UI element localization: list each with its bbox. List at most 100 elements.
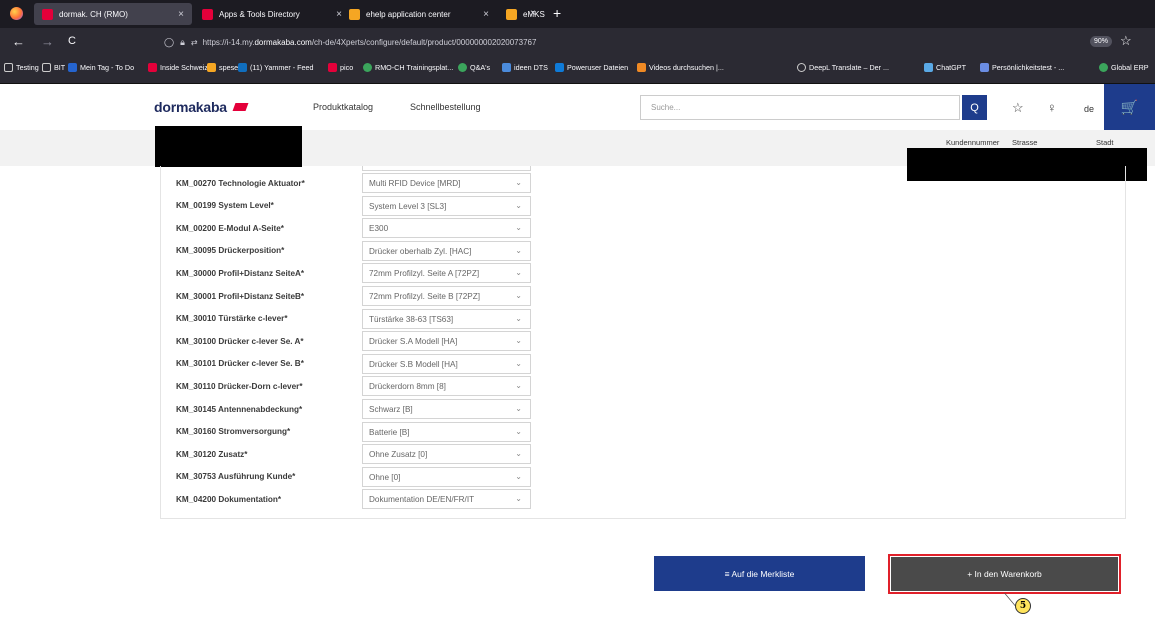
config-select[interactable]: 72mm Profilzyl. Seite A [72PZ] ⌄: [362, 263, 531, 284]
bookmark-global-erp[interactable]: Global ERP: [1099, 63, 1149, 72]
bookmark-qa[interactable]: Q&A's: [458, 63, 490, 72]
search-input[interactable]: Suche...: [640, 95, 960, 120]
add-to-wishlist-button[interactable]: ≡ Auf die Merkliste: [654, 556, 865, 591]
reload-button[interactable]: C: [68, 35, 76, 47]
navigation-toolbar: ← → C ◯ 🔒︎ ⇄ https://i-14.my. dormakaba.c…: [0, 28, 1155, 56]
config-select[interactable]: Ohne Zusatz [0] ⌄: [362, 444, 531, 465]
bookmark-rmo-training[interactable]: RMO-CH Trainingsplat...: [363, 63, 453, 72]
chevron-down-icon: ⌄: [515, 245, 522, 255]
zoom-level[interactable]: 90%: [1090, 36, 1113, 47]
pin-icon[interactable]: ☆: [1012, 100, 1024, 116]
bookmark-mein-tag[interactable]: Mein Tag - To Do: [68, 63, 134, 72]
bookmark-label: Inside Schweiz: [160, 63, 208, 72]
config-select[interactable]: Drücker S.B Modell [HA] ⌄: [362, 353, 531, 374]
bookmark-label: Poweruser Dateien: [567, 63, 629, 72]
tab-close-icon[interactable]: ×: [530, 8, 536, 19]
site-header: dormakaba Produktkatalog Schnellbestellu…: [0, 84, 1155, 130]
config-select[interactable]: Ohne [0] ⌄: [362, 466, 531, 487]
firefox-logo-icon: [10, 7, 23, 20]
add-to-cart-button[interactable]: + In den Warenkorb: [888, 554, 1121, 594]
redaction-block: [155, 126, 302, 167]
sharepoint-icon: [1099, 63, 1108, 72]
bookmark-pico[interactable]: pico: [328, 63, 353, 72]
bookmark-poweruser[interactable]: Poweruser Dateien: [555, 63, 628, 72]
bookmark-label: BIT: [54, 63, 66, 72]
bookmark-label: RMO-CH Trainingsplat...: [375, 63, 454, 72]
cart-button[interactable]: 🛒: [1104, 84, 1155, 130]
config-row: KM_30753 Ausführung Kunde* Ohne [0] ⌄: [176, 466, 536, 487]
bookmark-ideen-dts[interactable]: ideen DTS: [502, 63, 548, 72]
config-row: KM_30100 Drücker c-lever Se. A* Drücker S…: [176, 331, 536, 352]
tab-emks[interactable]: eMKS: [498, 3, 548, 25]
folder-icon: [42, 63, 51, 72]
config-label: KM_30101 Drücker c-lever Se. B*: [176, 359, 304, 369]
customer-number-label: Kundennummer: [946, 138, 1000, 147]
config-row: KM_00199 System Level* System Level 3 [SL…: [176, 195, 536, 216]
url-bar[interactable]: ◯ 🔒︎ ⇄ https://i-14.my. dormakaba.com/ch-…: [164, 31, 1044, 53]
config-select-value: Drücker S.B Modell [HA]: [369, 359, 458, 369]
browser-tab-bar: dormak. CH (RMO) × Apps & Tools Director…: [0, 0, 1155, 28]
config-label: KM_04200 Dokumentation*: [176, 494, 282, 504]
back-button[interactable]: ←: [12, 34, 25, 49]
search-button[interactable]: Q: [962, 95, 987, 120]
bookmark-inside-schweiz[interactable]: Inside Schweiz: [148, 63, 208, 72]
bookmark-videos[interactable]: Videos durchsuchen |...: [637, 63, 724, 72]
chevron-down-icon: ⌄: [515, 449, 522, 459]
tab-apps-tools[interactable]: Apps & Tools Directory ×: [194, 3, 350, 25]
chevron-down-icon: ⌄: [515, 404, 522, 413]
previous-select-edge: [362, 166, 531, 171]
config-select[interactable]: E300 ⌄: [362, 218, 531, 239]
bookmark-spese[interactable]: spese: [207, 63, 238, 72]
config-row: KM_30120 Zusatz* Ohne Zusatz [0] ⌄: [176, 444, 536, 465]
config-row: KM_04200 Dokumentation* Dokumentation DE/…: [176, 489, 536, 510]
bookmark-testing[interactable]: Testing: [4, 63, 39, 72]
nav-produktkatalog[interactable]: Produktkatalog: [313, 102, 373, 112]
globe-icon: [797, 63, 806, 72]
tab-close-icon[interactable]: ×: [178, 9, 184, 20]
config-row: KM_30101 Drücker c-lever Se. B* Drücker S…: [176, 353, 536, 374]
config-select-value: 72mm Profilzyl. Seite B [72PZ]: [369, 292, 481, 301]
config-select[interactable]: Schwarz [B] ⌄: [362, 399, 531, 419]
dormakaba-logo[interactable]: dormakaba: [154, 99, 227, 115]
tab-ehelp[interactable]: ehelp application center ×: [341, 3, 497, 25]
config-select[interactable]: Dokumentation DE/EN/FR/IT ⌄: [362, 489, 531, 510]
tab-dormak[interactable]: dormak. CH (RMO) ×: [34, 3, 192, 25]
x-icon: [555, 63, 564, 72]
nav-schnellbestellung[interactable]: Schnellbestellung: [410, 102, 481, 112]
new-tab-button[interactable]: +: [553, 5, 561, 21]
step-callout-badge: 5: [1015, 598, 1031, 614]
folder-icon: [4, 63, 13, 72]
config-select[interactable]: Drücker oberhalb Zyl. [HAC] ⌄: [362, 240, 531, 261]
tab-close-icon[interactable]: ×: [483, 9, 489, 20]
forward-button[interactable]: →: [41, 34, 54, 49]
config-select[interactable]: Drückerdorn 8mm [8] ⌄: [362, 376, 531, 397]
config-select[interactable]: Türstärke 38-63 [TS63] ⌄: [362, 308, 531, 329]
bookmark-deepl[interactable]: DeepL Translate – Der ...: [797, 63, 889, 72]
bookmark-star-icon[interactable]: ☆: [1120, 33, 1132, 49]
bookmark-bit[interactable]: BIT: [42, 63, 65, 72]
chevron-down-icon: ⌄: [515, 336, 522, 346]
chevron-down-icon: ⌄: [515, 223, 522, 233]
bookmark-label: Global ERP: [1111, 63, 1149, 72]
config-select[interactable]: Drücker S.A Modell [HA] ⌄: [362, 331, 531, 352]
bookmark-label: ChatGPT: [936, 63, 966, 72]
sharepoint-icon: [363, 63, 372, 72]
chevron-down-icon: ⌄: [515, 471, 522, 481]
config-select-value: Multi RFID Device [MRD]: [369, 179, 461, 188]
user-icon[interactable]: ♀: [1047, 100, 1057, 115]
bookmark-yammer[interactable]: (11) Yammer - Feed: [238, 63, 314, 72]
config-select[interactable]: System Level 3 [SL3] ⌄: [362, 195, 531, 216]
bookmarks-bar: Testing BIT Mein Tag - To Do Inside Schw…: [0, 56, 1155, 84]
config-select[interactable]: Multi RFID Device [MRD] ⌄: [362, 173, 531, 193]
config-select[interactable]: 72mm Profilzyl. Seite B [72PZ] ⌄: [362, 286, 531, 306]
config-select-value: 72mm Profilzyl. Seite A [72PZ]: [369, 269, 480, 279]
bookmark-chatgpt[interactable]: ChatGPT: [924, 63, 966, 72]
test-icon: [980, 63, 989, 72]
chevron-down-icon: ⌄: [515, 494, 522, 504]
ehelp-favicon-icon: [349, 8, 360, 20]
bookmark-label: DeepL Translate – Der ...: [809, 63, 890, 72]
config-select[interactable]: Batterie [B] ⌄: [362, 421, 531, 442]
bookmark-persoenlichkeit[interactable]: Persönlichkeitstest - ...: [980, 63, 1064, 72]
config-select-value: Drücker oberhalb Zyl. [HAC]: [369, 246, 472, 256]
language-selector[interactable]: de: [1084, 104, 1094, 114]
